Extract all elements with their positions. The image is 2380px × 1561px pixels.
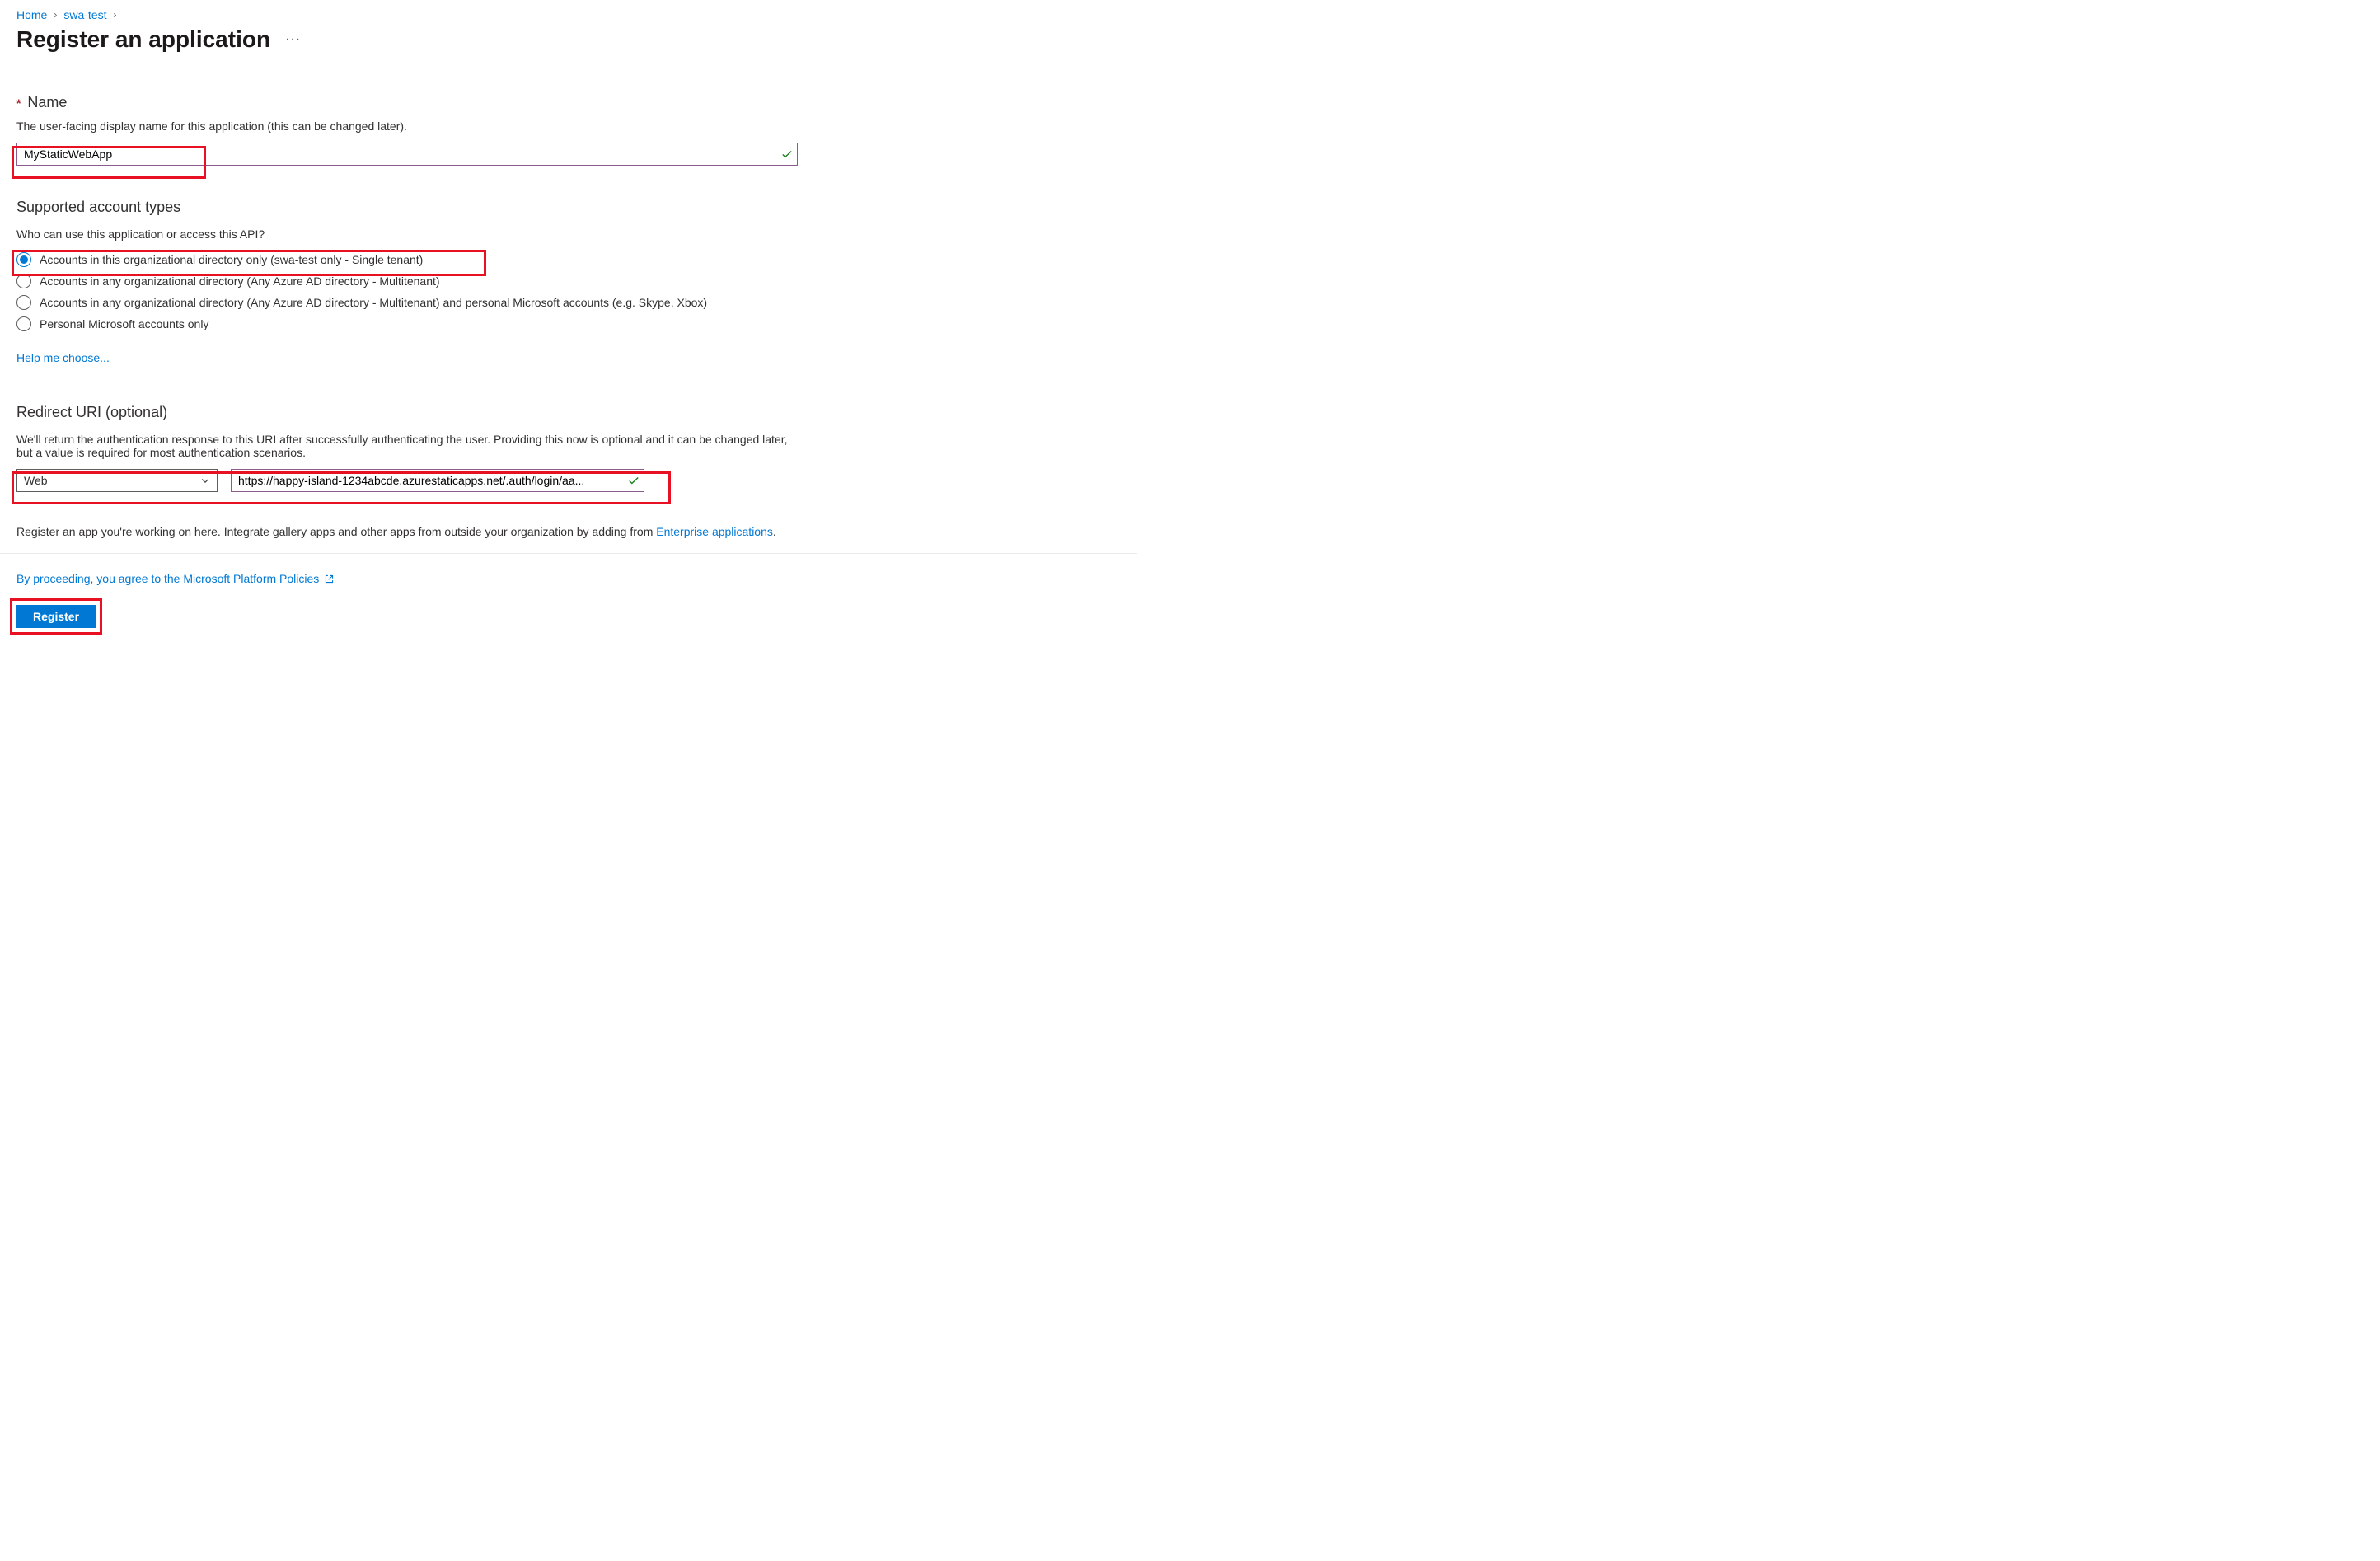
- account-types-question: Who can use this application or access t…: [16, 227, 1113, 241]
- register-button[interactable]: Register: [16, 605, 96, 628]
- breadcrumb-item-swa-test[interactable]: swa-test: [63, 8, 106, 21]
- radio-label: Accounts in any organizational directory…: [40, 274, 440, 288]
- chevron-right-icon: ›: [113, 9, 116, 21]
- page-title: Register an application: [16, 26, 270, 53]
- chevron-right-icon: ›: [54, 9, 57, 21]
- name-description: The user-facing display name for this ap…: [16, 120, 1113, 133]
- divider: [0, 553, 1137, 554]
- platform-select-value: Web: [24, 474, 48, 487]
- enterprise-applications-link[interactable]: Enterprise applications: [656, 525, 773, 538]
- radio-icon: [16, 295, 31, 310]
- radio-icon: [16, 274, 31, 288]
- radio-label: Personal Microsoft accounts only: [40, 317, 208, 330]
- help-me-choose-link[interactable]: Help me choose...: [16, 351, 110, 364]
- more-icon[interactable]: ···: [285, 32, 301, 47]
- required-star-icon: *: [16, 96, 21, 110]
- radio-icon: [16, 252, 31, 267]
- account-types-heading: Supported account types: [16, 199, 1113, 216]
- redirect-uri-heading: Redirect URI (optional): [16, 404, 1113, 421]
- redirect-uri-description: We'll return the authentication response…: [16, 433, 791, 459]
- account-type-option-single-tenant[interactable]: Accounts in this organizational director…: [16, 252, 1113, 267]
- name-label: Name: [27, 94, 67, 110]
- radio-label: Accounts in this organizational director…: [40, 253, 423, 266]
- redirect-uri-input[interactable]: [231, 469, 644, 492]
- name-input[interactable]: [16, 143, 798, 166]
- external-link-icon: [324, 574, 335, 584]
- chevron-down-icon: [200, 476, 210, 485]
- breadcrumb: Home › swa-test ›: [16, 8, 1113, 21]
- platform-policies-link[interactable]: By proceeding, you agree to the Microsof…: [16, 572, 319, 585]
- enterprise-apps-text: Register an app you're working on here. …: [16, 525, 1113, 538]
- platform-select[interactable]: Web: [16, 469, 218, 492]
- breadcrumb-home[interactable]: Home: [16, 8, 47, 21]
- radio-icon: [16, 316, 31, 331]
- account-type-option-multitenant[interactable]: Accounts in any organizational directory…: [16, 274, 1113, 288]
- account-type-option-multitenant-personal[interactable]: Accounts in any organizational directory…: [16, 295, 1113, 310]
- account-type-option-personal-only[interactable]: Personal Microsoft accounts only: [16, 316, 1113, 331]
- radio-label: Accounts in any organizational directory…: [40, 296, 707, 309]
